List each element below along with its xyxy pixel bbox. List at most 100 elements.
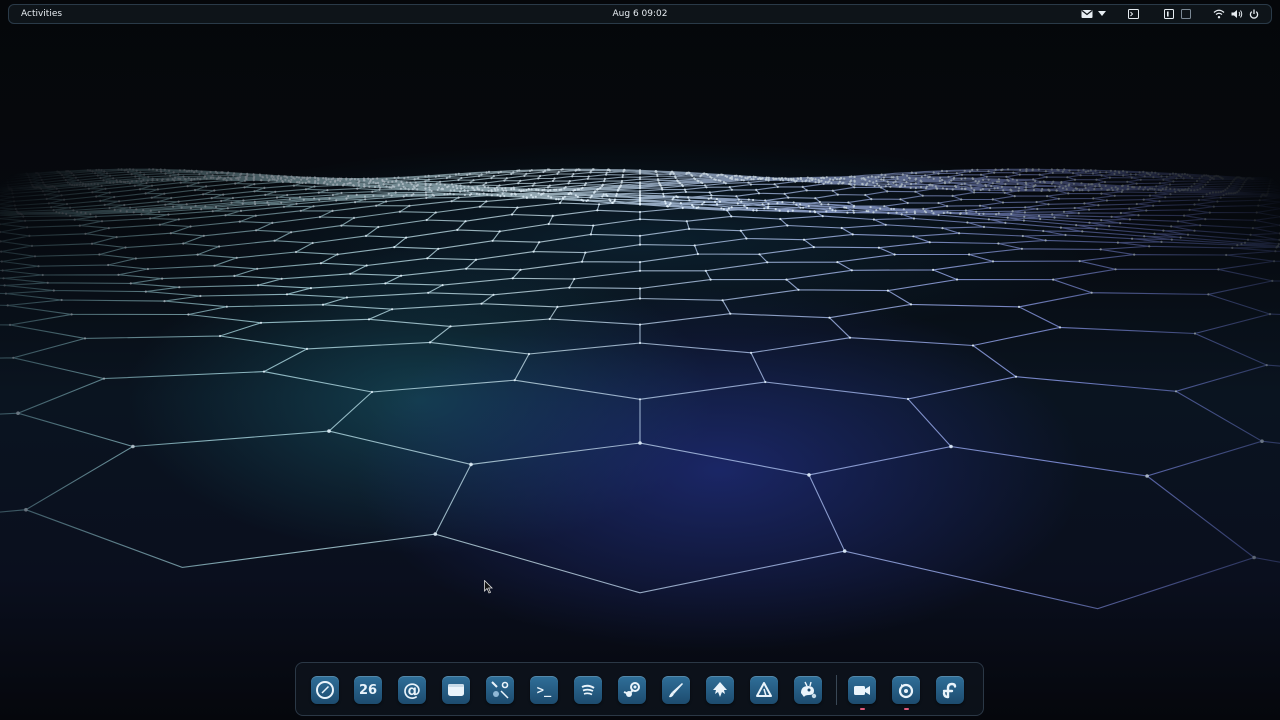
mesh-node: [722, 181, 726, 184]
mesh-node: [1253, 219, 1256, 222]
mesh-node: [1164, 188, 1167, 191]
mesh-node: [301, 181, 304, 184]
mesh-node: [638, 261, 642, 264]
steam-launcher[interactable]: [618, 676, 646, 704]
mesh-node: [60, 194, 63, 197]
mesh-node: [456, 228, 459, 231]
mesh-node: [558, 188, 561, 191]
files-launcher[interactable]: [442, 676, 470, 704]
mesh-node: [405, 193, 408, 196]
mesh-node: [132, 211, 135, 214]
mesh-node: [530, 188, 533, 191]
mesh-node: [177, 173, 180, 176]
mesh-node: [615, 192, 618, 195]
mesh-node: [126, 180, 129, 183]
mail-client-launcher[interactable]: @: [398, 676, 426, 704]
inkscape-launcher[interactable]: [706, 676, 734, 704]
vector-app-launcher[interactable]: [750, 676, 778, 704]
mesh-node: [352, 216, 356, 219]
date-time-button[interactable]: Aug 6 09:02: [613, 9, 668, 19]
desktop[interactable]: Activities Aug 6 09:02 26 @ >_: [0, 0, 1280, 720]
mesh-node: [638, 191, 642, 195]
screen-recorder-launcher[interactable]: [848, 676, 876, 704]
mesh-node: [11, 192, 14, 195]
mesh-node: [621, 173, 625, 177]
mesh-node: [149, 217, 152, 220]
mesh-node: [99, 176, 102, 180]
mesh-node: [1051, 171, 1054, 174]
mesh-node: [894, 180, 897, 183]
mesh-node: [156, 188, 159, 191]
mesh-node: [1013, 195, 1016, 198]
mesh-node: [997, 178, 1001, 181]
drawing-launcher[interactable]: [662, 676, 690, 704]
mail-indicator[interactable]: [1081, 7, 1117, 21]
gimp-launcher[interactable]: [794, 676, 822, 704]
mesh-node: [965, 212, 968, 215]
mesh-node: [124, 246, 127, 249]
mesh-node: [601, 184, 604, 188]
mesh-node: [24, 219, 27, 222]
mesh-node: [928, 175, 931, 178]
screen-recorder-icon: [854, 686, 870, 695]
mesh-node: [968, 170, 972, 173]
mesh-node: [725, 175, 729, 178]
backup-app-launcher[interactable]: [892, 676, 920, 704]
mesh-node: [1177, 188, 1180, 191]
mesh-node: [638, 210, 642, 214]
mesh-node: [408, 204, 411, 207]
mesh-node: [752, 175, 755, 178]
mesh-node: [463, 189, 466, 192]
mesh-node: [214, 205, 218, 209]
mesh-node: [955, 172, 958, 175]
mesh-node: [905, 211, 908, 214]
terminal-launcher[interactable]: >_: [530, 676, 558, 704]
mesh-node: [333, 180, 337, 183]
mesh-node: [728, 186, 731, 189]
activities-button[interactable]: Activities: [19, 5, 64, 23]
mesh-node: [503, 194, 506, 198]
mesh-node: [1039, 180, 1042, 184]
mesh-node: [1068, 183, 1071, 186]
system-menu[interactable]: [1213, 7, 1259, 21]
mesh-node: [987, 170, 990, 173]
music-player-launcher[interactable]: [574, 676, 602, 704]
mesh-node: [1073, 178, 1077, 181]
mesh-node: [736, 178, 739, 181]
terminal-indicator[interactable]: [1128, 7, 1139, 21]
mesh-node: [22, 215, 25, 218]
workspace-2-icon[interactable]: [1181, 9, 1191, 19]
mesh-node: [608, 198, 611, 201]
workspace-indicator[interactable]: [1164, 7, 1191, 21]
mesh-node: [52, 209, 55, 212]
mesh-node: [936, 187, 939, 190]
mesh-node: [1164, 196, 1167, 199]
mesh-node: [322, 182, 325, 185]
power-icon: [1249, 9, 1259, 19]
tweaks-launcher[interactable]: [486, 676, 514, 704]
mesh-node: [978, 204, 982, 207]
mesh-node: [41, 190, 45, 193]
mesh-node: [428, 341, 432, 344]
mesh-node: [326, 183, 329, 186]
mesh-node: [1020, 247, 1024, 250]
mesh-node: [482, 184, 485, 187]
mesh-node: [1042, 229, 1045, 233]
mesh-node: [914, 177, 918, 180]
mesh-node: [884, 174, 887, 177]
mesh-node: [949, 211, 952, 215]
web-browser-launcher[interactable]: [311, 676, 339, 704]
calendar-launcher[interactable]: 26: [354, 676, 382, 704]
fedora-launcher[interactable]: [936, 676, 964, 704]
mesh-node: [298, 196, 302, 199]
mesh-node: [371, 190, 374, 193]
mesh-node: [1144, 186, 1147, 189]
mesh-node: [1207, 174, 1210, 177]
mesh-node: [492, 174, 495, 178]
workspace-1-icon[interactable]: [1164, 9, 1174, 19]
mesh-node: [808, 179, 811, 183]
mesh-node: [669, 172, 672, 175]
mesh-node: [1267, 187, 1270, 190]
mesh-node: [439, 183, 442, 186]
mesh-node: [991, 182, 994, 185]
